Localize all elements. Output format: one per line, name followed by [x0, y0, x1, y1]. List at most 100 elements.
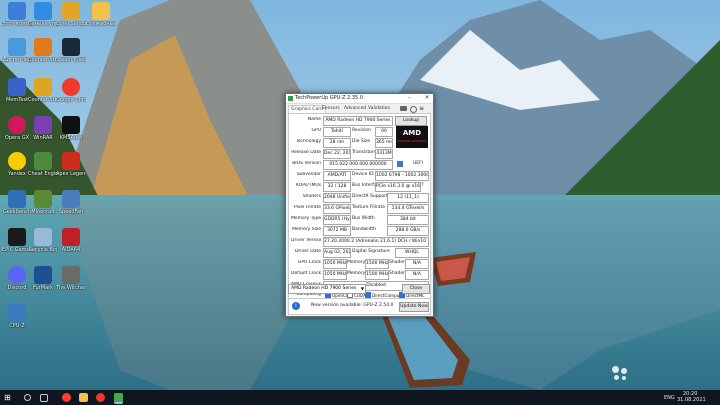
- default-shader-value: N/A: [405, 270, 429, 280]
- chrome-taskbar-icon[interactable]: [96, 393, 105, 402]
- tray-lang[interactable]: ENG: [664, 395, 675, 401]
- explorer-icon[interactable]: [79, 393, 88, 402]
- rops-value: 32 / 128: [323, 182, 351, 192]
- control-panel-icon: [34, 2, 52, 20]
- release-date-value: Dec 22, 2011: [323, 149, 351, 159]
- desktop-icon-steam[interactable]: Steam Client: [56, 38, 86, 63]
- technology-value: 28 nm: [323, 138, 351, 148]
- geekbench-icon: [8, 190, 26, 208]
- uefi-label: UEFI: [413, 161, 424, 166]
- help-icon[interactable]: ?: [421, 182, 424, 188]
- gpu-label: GPU: [311, 128, 322, 133]
- device-id-label: Device ID: [352, 172, 374, 177]
- name-value: AMD Radeon HD 7900 Series: [323, 116, 393, 126]
- desktop-icon-chrome[interactable]: Google Chrome: [56, 78, 86, 103]
- tab-validation[interactable]: Validation: [366, 105, 392, 113]
- amd-radeon-logo: AMD RADEON GRAPHICS: [396, 126, 428, 148]
- aida64-icon: [62, 228, 80, 246]
- yandex-browser-icon[interactable]: [62, 393, 71, 402]
- desktop-icon-cpuz[interactable]: CPU-Z: [2, 304, 32, 329]
- update-message: New version available: GPU-Z 2.54.0: [311, 303, 394, 308]
- desktop-icon-aida64[interactable]: AIDA64: [56, 228, 86, 253]
- minimize-icon[interactable]: –: [405, 94, 414, 103]
- desktop-icon-apex[interactable]: Apex Legends: [56, 152, 86, 177]
- cheat-engine-icon: [34, 152, 52, 170]
- start-icon[interactable]: ⊞: [4, 393, 13, 402]
- memory-size-value: 3072 MB: [323, 226, 351, 236]
- digital-signature-label: Digital Signature: [352, 249, 390, 254]
- tab-sensors[interactable]: Sensors: [320, 105, 342, 113]
- computer-icon: [8, 2, 26, 20]
- app-icon: [288, 96, 293, 101]
- pixel-fillrate-value: 33.6 GPixel/s: [323, 204, 351, 214]
- window-title: TechPowerUp GPU-Z 2.35.0: [295, 95, 364, 101]
- desktop-icon-kmsauto[interactable]: KMSAuto: [56, 116, 86, 141]
- close-button[interactable]: Close: [402, 284, 430, 294]
- manager-icon: [8, 38, 26, 56]
- row-memory-size: Memory Size 3072 MB Bandwidth 288.0 GB/s: [289, 226, 430, 236]
- desktop-icon-css[interactable]: Counter-Strike Source: [28, 38, 58, 63]
- window-titlebar[interactable]: TechPowerUp GPU-Z 2.35.0 – ×: [286, 94, 433, 104]
- memtest-icon: [8, 78, 26, 96]
- shaders-value: 2048 Unified: [323, 193, 351, 203]
- revision-value: 00: [375, 127, 393, 137]
- game-icon: [34, 38, 52, 56]
- shader-clock-label: Shader: [389, 260, 405, 265]
- desktop-icon-winrar[interactable]: WinRAR: [28, 116, 58, 141]
- amd-logo-sub: RADEON GRAPHICS: [397, 139, 427, 143]
- rops-label: ROPs/TMUs: [295, 183, 321, 188]
- refresh-icon[interactable]: [410, 106, 417, 113]
- desktop-icon-cheat-engine[interactable]: Cheat Engine: [28, 152, 58, 177]
- pixel-fillrate-label: Pixel Fillrate: [294, 205, 321, 210]
- camera-icon[interactable]: [400, 106, 407, 111]
- driver-date-value: Aug 02, 2020: [323, 248, 351, 258]
- die-size-label: Die Size: [352, 139, 371, 144]
- lookup-button[interactable]: Lookup: [395, 116, 427, 126]
- search-icon[interactable]: [24, 394, 31, 401]
- tab-advanced[interactable]: Advanced: [342, 105, 368, 113]
- subvendor-value: AMD/ATI: [323, 171, 351, 181]
- desktop-icon-csgo[interactable]: Counter-Strike GO: [28, 78, 58, 103]
- gpu-select-dropdown[interactable]: AMD Radeon HD 7900 Series ▼: [288, 284, 366, 294]
- row-bios: BIOS Version 015.022.000.000.000000 UEFI: [289, 160, 430, 170]
- desktop-icon-furmark[interactable]: FurMark: [28, 266, 58, 291]
- row-driver-version: Driver Version 27.20.2000.2 (Adrenalin 2…: [289, 237, 430, 247]
- die-size-value: 365 mm²: [375, 138, 393, 148]
- share-icon[interactable]: [397, 161, 403, 167]
- row-release-date: Release Date Dec 22, 2011 Transistors 43…: [289, 149, 430, 159]
- desktop-icon-speedfan[interactable]: SpeedFan: [56, 190, 86, 215]
- bios-label: BIOS Version: [292, 161, 321, 166]
- desktop-icon-recycle-bin[interactable]: Recycle Bin: [28, 228, 58, 253]
- desktop-icon-control-panel[interactable]: Панель управления: [28, 2, 58, 27]
- technology-label: Technology: [295, 139, 321, 144]
- desktop-icon-witcher[interactable]: The Witcher 3: [56, 266, 86, 291]
- furmark-icon: [34, 266, 52, 284]
- bus-interface-value: PCIe x16 3.0 @ x16 2.0: [375, 182, 421, 192]
- watermark-dots: [612, 366, 630, 382]
- row-default-clock: Default Clock 1050 MHz Memory 1500 MHz S…: [289, 270, 430, 280]
- taskbar: ⊞ ENG 20:20 31.08.2021: [0, 390, 720, 405]
- taskview-icon[interactable]: [40, 394, 48, 402]
- witcher-icon: [62, 266, 80, 284]
- desktop-icon-folder[interactable]: Служебные: [86, 2, 116, 27]
- menu-icon[interactable]: ≡: [419, 105, 424, 112]
- default-memory-value: 1500 MHz: [365, 270, 389, 280]
- default-memory-label: Memory: [347, 271, 366, 276]
- release-date-label: Release Date: [291, 150, 321, 155]
- memory-type-value: GDDR5 (Hynix): [323, 215, 351, 225]
- tray-date[interactable]: 31.08.2021: [677, 397, 706, 403]
- bus-width-label: Bus Width: [352, 216, 375, 221]
- gpuz-taskbar-icon[interactable]: [114, 393, 123, 404]
- bandwidth-label: Bandwidth: [352, 227, 376, 232]
- update-now-button[interactable]: Update Now: [399, 302, 429, 312]
- desktop-icon-corel[interactable]: Corel Sandbox: [56, 2, 86, 27]
- kms-icon: [62, 116, 80, 134]
- apex-icon: [62, 152, 80, 170]
- transistors-label: Transistors: [352, 150, 377, 155]
- close-icon[interactable]: ×: [422, 94, 432, 103]
- bus-width-value: 384 bit: [387, 215, 429, 225]
- device-id-value: 1002 6798 - 1002 3000: [375, 171, 429, 181]
- directx-label: DirectX Support: [352, 194, 388, 199]
- desktop-icon-minecraft[interactable]: Minecraft: [28, 190, 58, 215]
- driver-version-label: Driver Version: [291, 238, 321, 243]
